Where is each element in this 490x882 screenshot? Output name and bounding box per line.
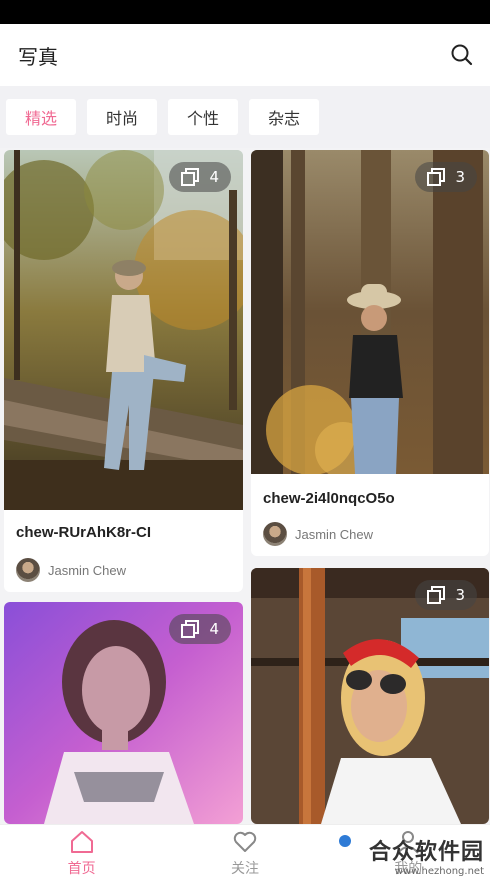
nav-follow[interactable]: 关注 [163,825,326,882]
nav-home[interactable]: 首页 [0,825,163,882]
card-author[interactable]: Jasmin Chew [263,522,373,546]
photo-card[interactable]: 4 [4,602,243,824]
search-button[interactable] [448,41,476,69]
page-title: 写真 [18,44,58,69]
category-tabs: 精选 时尚 个性 杂志 [0,86,490,148]
image-count: 4 [209,620,219,638]
gallery-icon [427,586,446,604]
photo-card[interactable]: 3 chew-2i4l0nqcO5o Jasmin Chew [251,150,489,556]
nav-label: 关注 [230,861,259,877]
card-title: chew-2i4l0nqcO5o [263,490,395,507]
avatar [16,558,40,582]
photo-card[interactable]: 3 [251,568,489,824]
image-count: 3 [455,586,465,604]
photo-forest-log [4,150,243,510]
watermark-text: 合众软件园 [368,839,484,865]
image-count: 4 [209,168,219,186]
heart-icon [233,831,257,852]
app-header: 写真 [0,24,490,86]
status-bar [0,0,490,24]
image-count: 3 [455,168,465,186]
tab-featured[interactable]: 精选 [6,99,76,135]
tab-magazine[interactable]: 杂志 [249,99,319,135]
tab-fashion[interactable]: 时尚 [87,99,157,135]
gallery-icon [181,168,200,186]
photo-woods-hat [251,150,489,474]
home-icon [70,831,93,853]
avatar [263,522,287,546]
watermark-logo-icon [339,835,351,847]
photo-card[interactable]: 4 chew-RUrAhK8r-CI Jasmin Chew [4,150,243,592]
card-author[interactable]: Jasmin Chew [16,558,126,582]
image-count-badge: 3 [415,580,477,610]
watermark-url: www.hezhong.net [394,865,484,877]
card-title: chew-RUrAhK8r-CI [16,524,152,541]
author-name: Jasmin Chew [295,526,374,542]
watermark: 合众软件园 www.hezhong.net [339,832,484,878]
tab-personality[interactable]: 个性 [168,99,238,135]
author-name: Jasmin Chew [48,562,127,578]
nav-label: 首页 [67,861,96,877]
gallery-icon [181,620,200,638]
gallery-icon [427,168,446,186]
image-count-badge: 4 [169,162,231,192]
search-icon [451,44,473,66]
image-count-badge: 4 [169,614,231,644]
image-count-badge: 3 [415,162,477,192]
